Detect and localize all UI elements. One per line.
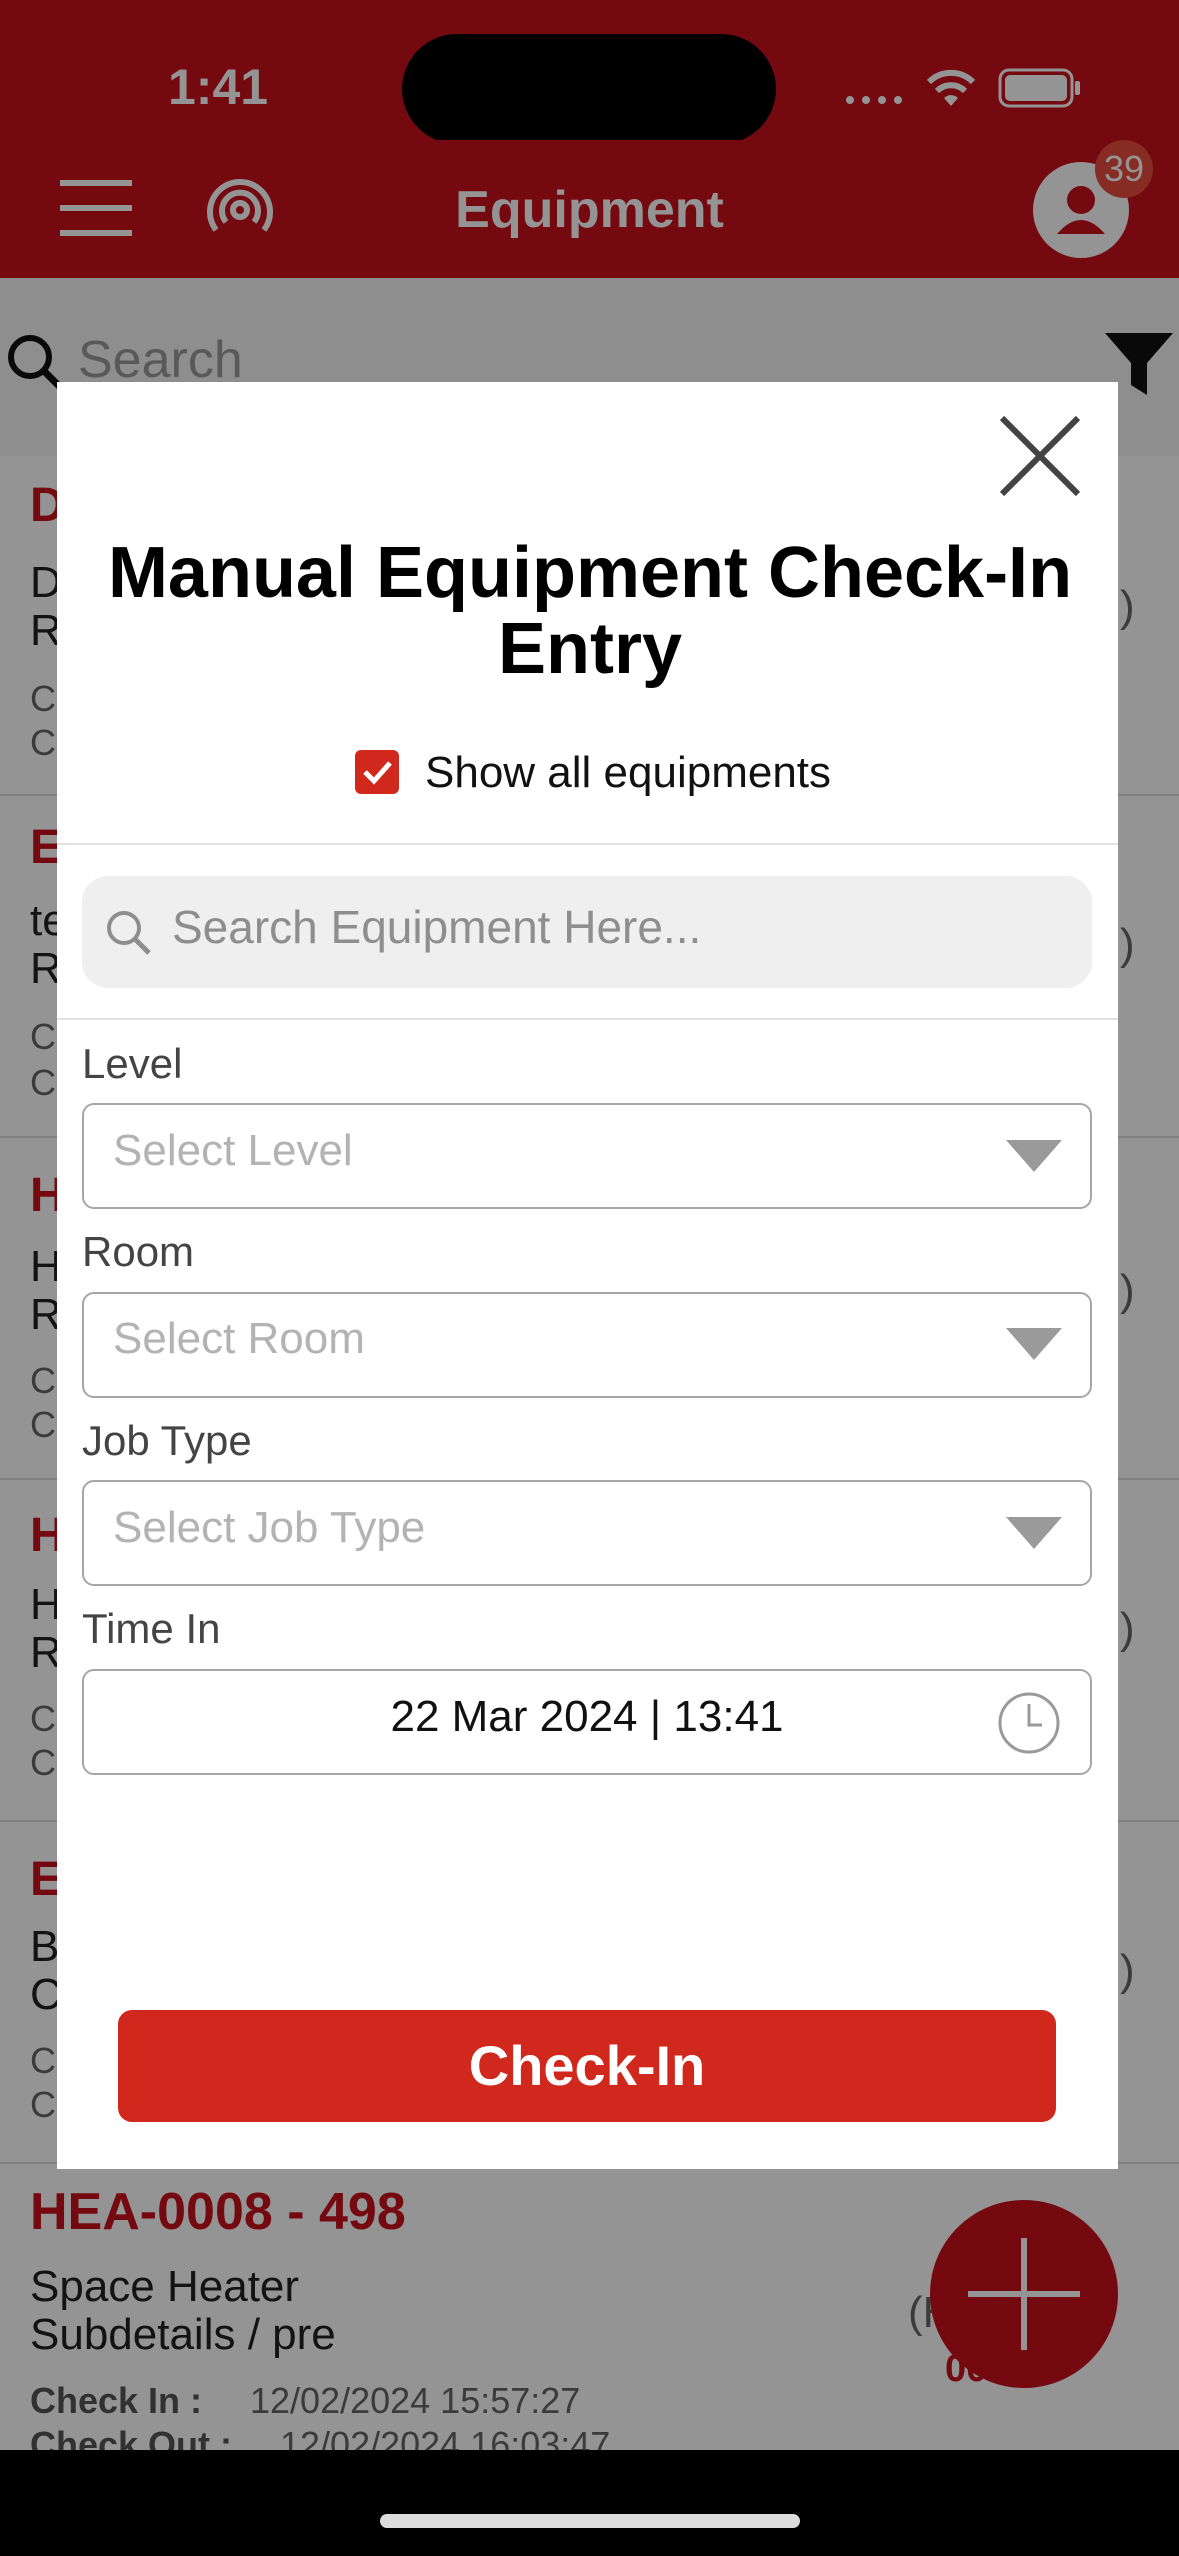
divider	[57, 1018, 1118, 1020]
time-in-label: Time In	[82, 1605, 221, 1652]
divider	[57, 843, 1118, 845]
chevron-down-icon	[1006, 1328, 1062, 1360]
home-indicator-area	[0, 2450, 1179, 2556]
home-indicator[interactable]	[380, 2514, 800, 2528]
close-icon[interactable]	[996, 412, 1084, 500]
clock-icon[interactable]	[996, 1690, 1062, 1756]
room-label: Room	[82, 1228, 195, 1275]
time-in-value: 22 Mar 2024 | 13:41	[390, 1692, 784, 1741]
chevron-down-icon	[1006, 1517, 1062, 1549]
show-all-checkbox[interactable]	[355, 750, 399, 794]
level-label: Level	[82, 1040, 183, 1087]
checkmark-icon	[363, 761, 392, 785]
level-select-value: Select Level	[113, 1126, 353, 1175]
job-type-select-value: Select Job Type	[113, 1503, 426, 1552]
show-all-label[interactable]: Show all equipments	[425, 748, 831, 798]
equipment-search-input[interactable]: Search Equipment Here...	[172, 900, 701, 954]
modal-title: Manual Equipment Check-In Entry	[107, 533, 1073, 689]
room-select-value: Select Room	[113, 1314, 365, 1363]
check-in-button[interactable]: Check-In	[118, 2010, 1056, 2122]
search-icon	[104, 908, 152, 956]
chevron-down-icon	[1006, 1140, 1062, 1172]
job-type-label: Job Type	[82, 1417, 252, 1464]
